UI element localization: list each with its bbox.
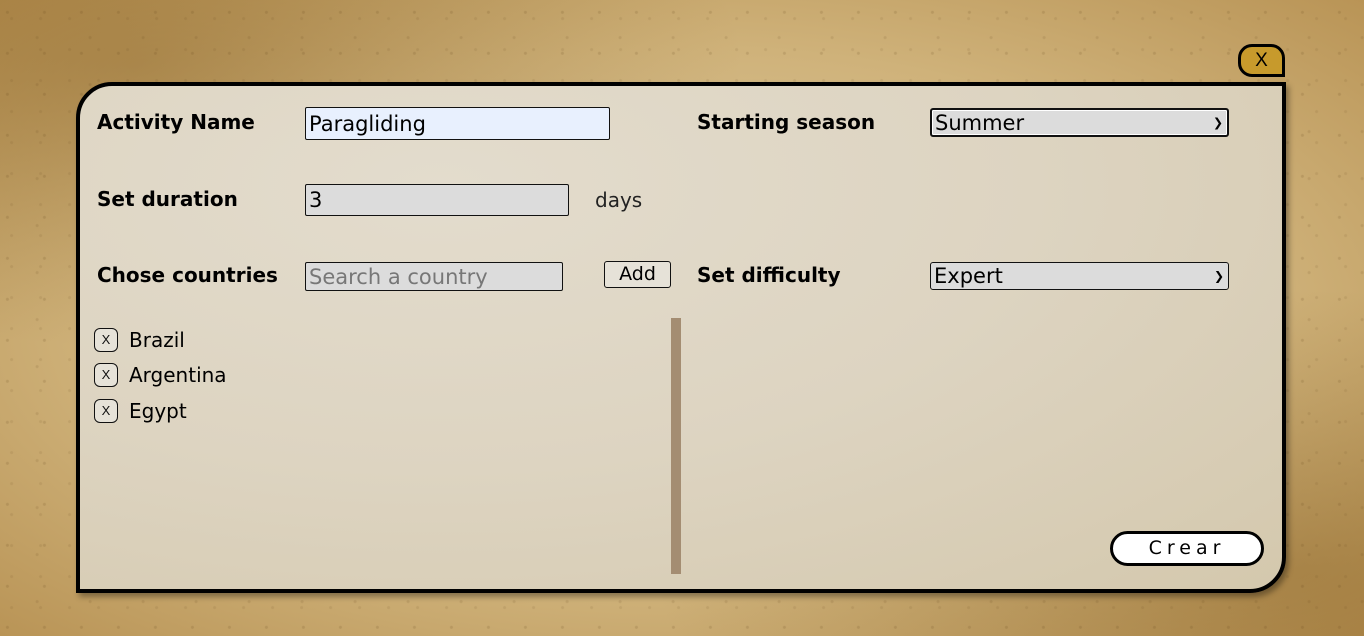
list-item: X Egypt — [94, 393, 227, 429]
add-country-button[interactable]: Add — [604, 261, 671, 288]
country-search-input[interactable] — [305, 262, 563, 291]
selected-countries-list: X Brazil X Argentina X Egypt — [94, 322, 227, 429]
difficulty-select[interactable]: Expert ❯ — [930, 262, 1229, 290]
create-activity-modal — [76, 82, 1286, 593]
list-item: X Brazil — [94, 322, 227, 358]
duration-unit: days — [595, 188, 643, 212]
remove-country-button[interactable]: X — [94, 398, 118, 423]
create-button[interactable]: Crear — [1110, 531, 1264, 566]
remove-country-button[interactable]: X — [94, 327, 118, 352]
difficulty-value: Expert — [934, 264, 1003, 288]
list-item: X Argentina — [94, 358, 227, 394]
remove-country-button[interactable]: X — [94, 363, 118, 388]
close-button[interactable]: X — [1238, 44, 1285, 77]
country-name: Brazil — [129, 327, 185, 352]
duration-input[interactable] — [305, 184, 569, 216]
chevron-down-icon: ❯ — [1213, 269, 1224, 283]
activity-name-label: Activity Name — [97, 110, 255, 134]
country-name: Argentina — [129, 363, 227, 388]
chevron-down-icon: ❯ — [1212, 115, 1223, 129]
column-divider — [671, 318, 681, 574]
difficulty-label: Set difficulty — [697, 263, 841, 287]
activity-name-input[interactable] — [305, 107, 610, 140]
starting-season-value: Summer — [935, 111, 1025, 135]
starting-season-label: Starting season — [697, 110, 876, 134]
duration-label: Set duration — [97, 187, 238, 211]
countries-label: Chose countries — [97, 263, 278, 287]
country-name: Egypt — [129, 398, 187, 423]
starting-season-select[interactable]: Summer ❯ — [930, 108, 1229, 137]
